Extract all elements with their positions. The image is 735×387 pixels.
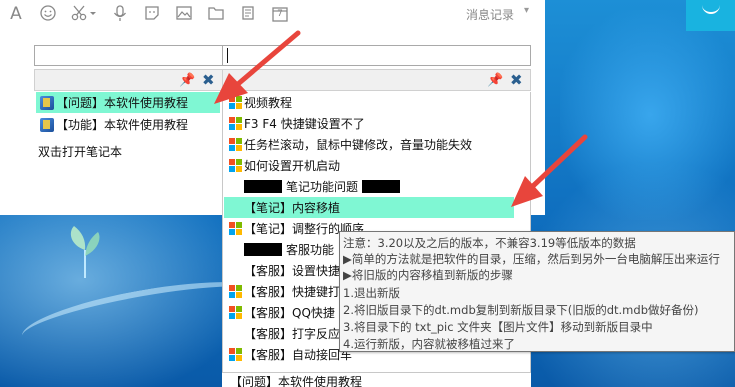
notebook-list: 【问题】本软件使用教程 【功能】本软件使用教程 [34, 92, 223, 138]
windows-icon [229, 285, 242, 298]
list-item[interactable]: 【问题】本软件使用教程 [36, 92, 220, 113]
folder-icon[interactable] [206, 4, 226, 24]
list-item-label: 任务栏滚动，鼠标中键修改，音量功能失效 [244, 138, 473, 152]
pin-icon[interactable]: 📌 [179, 73, 195, 88]
redaction-block [244, 243, 282, 256]
microphone-icon[interactable] [110, 4, 130, 24]
list-item[interactable]: 视频教程 [224, 92, 514, 113]
tooltip-line: 3.将目录下的 txt_pic 文件夹【图片文件】移动到新版目录中 [343, 320, 653, 334]
windows-icon [229, 117, 242, 130]
tooltip-line: 注意：3.20以及之后的版本，不兼容3.19等低版本的数据 [343, 236, 636, 250]
windows-icon [229, 159, 242, 172]
current-notebook-text: 【问题】本软件使用教程 [230, 375, 363, 387]
list-item[interactable]: 【笔记】内容移植 [224, 197, 514, 218]
tooltip-line: 1.退出新版 [343, 286, 400, 300]
window-accent-button[interactable] [686, 0, 735, 31]
list-item-label: 如何设置开机启动 [244, 159, 341, 173]
list-item-label: 【问题】本软件使用教程 [56, 96, 189, 110]
book-icon [40, 117, 54, 132]
list-item[interactable]: 任务栏滚动，鼠标中键修改，音量功能失效 [224, 134, 514, 155]
list-item-label: 【客服】自动接回车 [244, 348, 353, 362]
note-panel-header: 📌 ✖ [222, 69, 531, 91]
windows-icon [229, 306, 242, 319]
windows-icon [229, 348, 242, 361]
book-icon [40, 95, 54, 110]
tooltip-line: ▶将旧版的内容移植到新版的步骤 [343, 268, 513, 282]
note-search-input[interactable] [222, 45, 531, 66]
list-item-label: 【客服】设置快捷 [244, 264, 341, 278]
redaction-block [244, 180, 282, 193]
windows-icon [229, 138, 242, 151]
notebook-hint: 双击打开笔记本 [38, 145, 123, 159]
note-icon[interactable] [238, 4, 258, 24]
chat-toolbar: A 7 [0, 0, 545, 28]
plant-icon [70, 226, 100, 278]
close-icon[interactable]: ✖ [510, 71, 523, 89]
list-item-label: 【客服】快捷键打 [244, 285, 341, 299]
list-item-label: 【功能】本软件使用教程 [56, 118, 189, 132]
scissors-icon[interactable] [70, 4, 98, 24]
list-item-label: 【客服】打字反应 [244, 327, 341, 341]
close-icon[interactable]: ✖ [202, 71, 215, 89]
list-item[interactable]: 笔记功能问题 [224, 176, 514, 197]
text-caret [227, 48, 228, 63]
sticker-icon[interactable] [142, 4, 162, 24]
list-item-label: F3 F4 快捷键设置不了 [244, 117, 365, 131]
pin-icon[interactable]: 📌 [487, 73, 503, 88]
list-item-label: 视频教程 [244, 96, 293, 110]
tooltip-line: 4.运行新版，内容就被移植过来了 [343, 337, 515, 351]
font-icon[interactable]: A [6, 4, 26, 24]
notebook-list-panel: 📌 ✖ 【问题】本软件使用教程 【功能】本软件使用教程 双击打开笔记本 [34, 45, 223, 187]
windows-icon [229, 96, 242, 109]
tooltip-line: 2.将旧版目录下的dt.mdb复制到新版目录下(旧版的dt.mdb做好备份) [343, 303, 699, 317]
list-item[interactable]: 【功能】本软件使用教程 [36, 114, 220, 135]
notebook-panel-header: 📌 ✖ [34, 69, 223, 91]
history-button[interactable]: 消息记录 [466, 6, 514, 23]
emoji-icon[interactable] [38, 4, 58, 24]
calendar-icon[interactable]: 7 [270, 4, 290, 24]
tooltip-line: ▶简单的方法就是把软件的目录，压缩，然后到另外一台电脑解压出来运行 [343, 252, 720, 266]
list-item-label: 【笔记】内容移植 [244, 201, 341, 215]
image-icon[interactable] [174, 4, 194, 24]
list-item-label: 【客服】QQ快捷 [244, 306, 335, 320]
windows-icon [229, 222, 242, 235]
tooltip: 注意：3.20以及之后的版本，不兼容3.19等低版本的数据 ▶简单的方法就是把软… [339, 231, 735, 352]
redaction-block [362, 180, 401, 193]
chevron-down-icon[interactable]: ▾ [524, 5, 529, 16]
current-notebook-label: 【问题】本软件使用教程 [222, 372, 531, 387]
list-item-label: 客服功能 [286, 243, 335, 257]
list-item-label: 笔记功能问题 [286, 180, 359, 194]
list-item[interactable]: 如何设置开机启动 [224, 155, 514, 176]
calendar-day: 7 [277, 9, 283, 19]
notebook-search-input[interactable] [34, 45, 223, 66]
list-item[interactable]: F3 F4 快捷键设置不了 [224, 113, 514, 134]
